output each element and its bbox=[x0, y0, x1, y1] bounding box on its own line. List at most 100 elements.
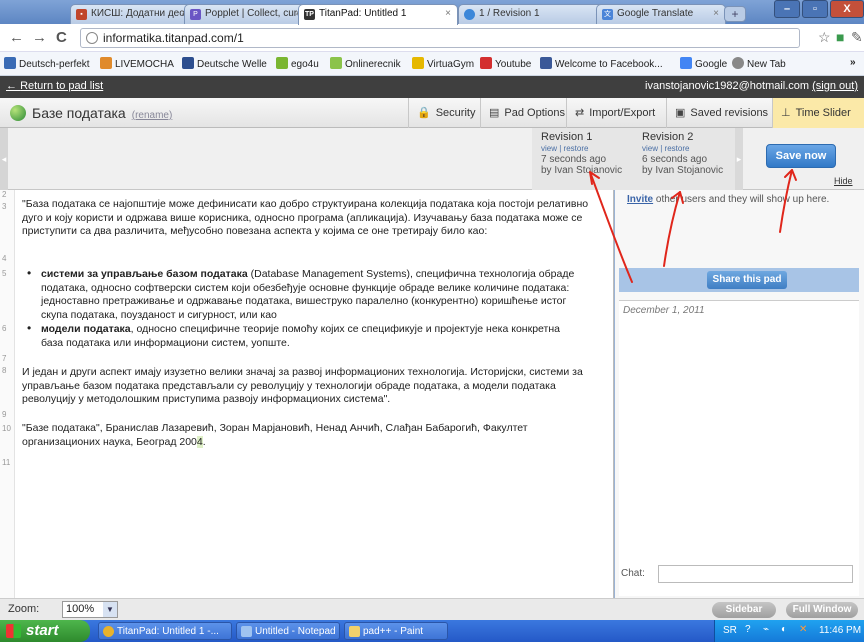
task-label: Untitled - Notepad bbox=[255, 626, 336, 637]
bookmark-google[interactable]: Google bbox=[680, 57, 727, 70]
bookmark-deutsch-perfekt[interactable]: Deutsch-perfekt bbox=[4, 57, 90, 70]
line-number: 11 bbox=[2, 458, 11, 467]
translate-icon: 文 bbox=[602, 9, 613, 20]
tab-kissh[interactable]: ▪ КИСШ: Додатни део: уп × bbox=[70, 4, 194, 24]
wrench-icon[interactable]: ✎ bbox=[851, 29, 863, 46]
window-close-button[interactable]: X bbox=[830, 0, 864, 18]
more-bookmarks-icon[interactable]: » bbox=[850, 57, 856, 68]
reload-icon[interactable]: C bbox=[56, 29, 67, 46]
invite-link[interactable]: Invite bbox=[627, 194, 653, 205]
chat-date: December 1, 2011 bbox=[623, 305, 705, 316]
return-to-pad-list-link[interactable]: ← Return to pad list bbox=[6, 80, 103, 92]
chat-label: Chat: bbox=[621, 568, 645, 579]
save-now-button[interactable]: Save now bbox=[766, 144, 836, 168]
invite-message: Invite other users and they will show up… bbox=[627, 194, 857, 205]
browser-tab-strip: ▪ КИСШ: Додатни део: уп × P Popplet | Co… bbox=[0, 0, 864, 25]
line-number: 3 bbox=[2, 202, 7, 211]
hide-link[interactable]: Hide bbox=[834, 176, 853, 186]
maximize-button[interactable]: ▫ bbox=[802, 0, 828, 18]
bookmark-icon bbox=[680, 57, 692, 69]
minimize-button[interactable]: – bbox=[774, 0, 800, 18]
bookmark-livemocha[interactable]: LIVEMOCHA bbox=[100, 57, 174, 70]
sign-out-link[interactable]: (sign out) bbox=[812, 80, 858, 92]
citation-end: . bbox=[202, 435, 206, 448]
revision-view-restore-links[interactable]: view | restore bbox=[541, 143, 622, 154]
forward-arrow-icon[interactable]: → bbox=[32, 29, 47, 46]
bullet-bold-term: системи за управљање базом података bbox=[41, 268, 248, 280]
line-number: 10 bbox=[2, 424, 11, 433]
bookmark-new-tab[interactable]: New Tab bbox=[732, 57, 786, 70]
pad-title: Базе података (rename) bbox=[32, 105, 172, 121]
tab-label: Google Translate bbox=[617, 8, 694, 19]
revision-item-2: Revision 2 view | restore 6 seconds ago … bbox=[642, 131, 723, 177]
pad-editor[interactable]: 2 3 4 5 6 7 8 9 10 11 "База података се … bbox=[0, 190, 614, 598]
tab-popplet[interactable]: P Popplet | Collect, curate × bbox=[184, 4, 308, 24]
network-icon[interactable]: ⌁ bbox=[763, 624, 769, 635]
language-indicator[interactable]: SR bbox=[723, 625, 737, 636]
rename-link[interactable]: (rename) bbox=[132, 110, 173, 121]
notepad-icon bbox=[241, 626, 252, 637]
pad-title-bar: Базе података (rename) 🔒 Security ▤ Pad Opt… bbox=[0, 98, 864, 128]
security-button[interactable]: 🔒 Security bbox=[408, 98, 480, 128]
address-bar[interactable]: informatika.titanpad.com/1 bbox=[80, 28, 800, 48]
close-icon[interactable]: × bbox=[713, 8, 719, 19]
volume-icon[interactable]: ◐ bbox=[781, 624, 787, 635]
user-email: ivanstojanovic1982@hotmail.com bbox=[645, 80, 810, 92]
tab-revision[interactable]: 1 / Revision 1 × bbox=[458, 4, 608, 24]
full-window-button[interactable]: Full Window bbox=[786, 602, 858, 618]
bookmark-facebook[interactable]: Welcome to Facebook... bbox=[540, 57, 663, 70]
bookmark-label: Deutsch-perfekt bbox=[19, 59, 90, 70]
bookmark-youtube[interactable]: Youtube bbox=[480, 57, 531, 70]
line-number: 2 bbox=[2, 190, 7, 199]
back-arrow-icon[interactable]: ← bbox=[9, 29, 24, 46]
revision-view-restore-links[interactable]: view | restore bbox=[642, 143, 723, 154]
paragraph-definition: "База података се најопштије може дефини… bbox=[22, 198, 589, 238]
citation-text: "Базе података", Бранислав Лазаревић, Зо… bbox=[22, 422, 528, 448]
bookmark-icon bbox=[540, 57, 552, 69]
bookmark-label: Google bbox=[695, 59, 728, 70]
close-icon[interactable]: × bbox=[445, 8, 451, 19]
back-arrow-icon: ← bbox=[6, 80, 21, 92]
share-this-pad-button[interactable]: Share this pad bbox=[707, 271, 787, 289]
chevron-down-icon: ▼ bbox=[103, 602, 117, 617]
new-tab-button[interactable]: + bbox=[724, 6, 746, 22]
saved-revisions-button[interactable]: ▣ Saved revisions bbox=[666, 98, 772, 128]
scroll-right-icon[interactable]: ▸ bbox=[735, 128, 743, 190]
sidebar-toggle-button[interactable]: Sidebar bbox=[712, 602, 776, 618]
security-label: Security bbox=[435, 107, 476, 119]
bookmark-onlinerecnik[interactable]: Onlinerecnik bbox=[330, 57, 401, 70]
address-text: informatika.titanpad.com/1 bbox=[103, 31, 244, 45]
bookmark-icon bbox=[480, 57, 492, 69]
line-number: 9 bbox=[2, 410, 7, 419]
star-icon[interactable]: ☆ bbox=[818, 29, 831, 46]
bookmark-label: New Tab bbox=[747, 59, 786, 70]
tab-label: 1 / Revision 1 bbox=[479, 8, 540, 19]
zoom-select[interactable]: 100% ▼ bbox=[62, 601, 118, 618]
bookmark-icon bbox=[276, 57, 288, 69]
line-number: 7 bbox=[2, 354, 7, 363]
taskbar-item-notepad[interactable]: Untitled - Notepad bbox=[236, 622, 340, 640]
paint-icon bbox=[349, 626, 360, 637]
taskbar-item-paint[interactable]: pad++ - Paint bbox=[344, 622, 448, 640]
extension-icon[interactable]: ■ bbox=[836, 29, 844, 45]
time-slider-button[interactable]: ⊥ Time Slider bbox=[772, 98, 864, 128]
bookmark-icon bbox=[4, 57, 16, 69]
pad-options-button[interactable]: ▤ Pad Options bbox=[480, 98, 566, 128]
tab-titanpad[interactable]: TP TitanPad: Untitled 1 × bbox=[298, 4, 458, 25]
bookmark-virtuagym[interactable]: VirtuaGym bbox=[412, 57, 474, 70]
zoom-value: 100% bbox=[66, 603, 95, 615]
start-button[interactable]: start bbox=[0, 620, 90, 642]
security-tray-icon[interactable]: ✕ bbox=[799, 624, 807, 635]
scroll-left-icon[interactable]: ◂ bbox=[0, 128, 8, 190]
line-number-gutter: 2 3 4 5 6 7 8 9 10 11 bbox=[0, 190, 15, 598]
import-export-label: Import/Export bbox=[589, 107, 656, 119]
bookmark-ego4u[interactable]: ego4u bbox=[276, 57, 319, 70]
bookmark-label: ego4u bbox=[291, 59, 319, 70]
taskbar-item-chrome[interactable]: TitanPad: Untitled 1 -... bbox=[98, 622, 232, 640]
chat-input[interactable] bbox=[658, 565, 853, 583]
import-export-button[interactable]: ⇄ Import/Export bbox=[566, 98, 666, 128]
bookmark-deutsche-welle[interactable]: Deutsche Welle bbox=[182, 57, 267, 70]
help-icon[interactable]: ? bbox=[745, 624, 751, 635]
tab-google-translate[interactable]: 文 Google Translate × bbox=[596, 4, 726, 24]
revision-title: Revision 2 bbox=[642, 131, 694, 143]
